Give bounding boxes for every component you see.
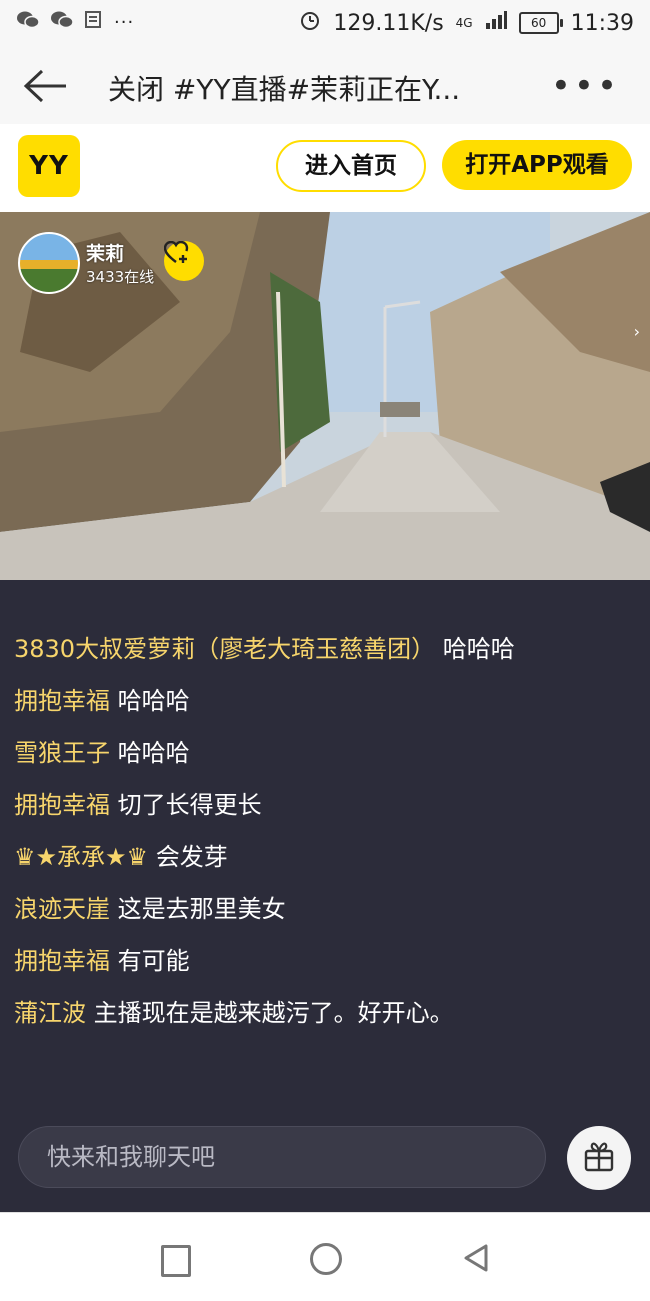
streamer-name: 茉莉 — [86, 243, 125, 265]
yy-logo: YY — [18, 135, 80, 197]
chat-message: 3830大叔爱萝莉（廖老大琦玉慈善团） 哈哈哈 — [14, 632, 534, 666]
online-count: 3433在线 — [86, 268, 155, 286]
chat-username[interactable]: 蒲江波 — [14, 999, 86, 1027]
chat-message: 拥抱幸福 哈哈哈 — [14, 684, 534, 718]
live-video[interactable]: 茉莉 3433在线 › — [0, 212, 650, 580]
chat-text: 哈哈哈 — [442, 635, 515, 663]
chat-username[interactable]: 拥抱幸福 — [14, 791, 110, 819]
network-type: 4G — [455, 16, 473, 30]
clock: 11:39 — [570, 10, 634, 36]
chat-text: 会发芽 — [155, 843, 228, 871]
follow-button[interactable] — [164, 241, 204, 281]
app-header: 关闭 #YY直播#茉莉正在Y... ••• — [0, 48, 650, 125]
chat-username[interactable]: 浪迹天崖 — [14, 895, 110, 923]
battery-icon: 60 — [518, 12, 563, 34]
network-speed: 129.11K/s — [333, 10, 444, 36]
system-nav-bar — [0, 1212, 650, 1301]
chat-message: 蒲江波 主播现在是越来越污了。好开心。 — [14, 996, 534, 1030]
chat-username[interactable]: 3830大叔爱萝莉（廖老大琦玉慈善团） — [14, 635, 435, 663]
chat-username[interactable]: 拥抱幸福 — [14, 687, 110, 715]
enter-homepage-button[interactable]: 进入首页 — [276, 140, 426, 192]
chat-message: 雪狼王子 哈哈哈 — [14, 736, 534, 770]
chat-text: 有可能 — [117, 947, 190, 975]
yy-promo-bar: YY 进入首页 打开APP观看 — [0, 124, 650, 212]
chat-text: 这是去那里美女 — [117, 895, 286, 923]
chat-username[interactable]: 雪狼王子 — [14, 739, 110, 767]
home-icon[interactable] — [310, 1243, 342, 1275]
streamer-card[interactable]: 茉莉 3433在线 — [18, 232, 154, 294]
chat-message: 拥抱幸福 切了长得更长 — [14, 788, 534, 822]
status-bar: ··· 129.11K/s 4G 60 11:39 — [0, 0, 650, 48]
status-more-dots: ··· — [114, 12, 135, 33]
alarm-icon — [299, 9, 321, 37]
page-title: 关闭 #YY直播#茉莉正在Y... — [108, 73, 461, 106]
chat-message: 浪迹天崖 这是去那里美女 — [14, 892, 534, 926]
chat-message: ♛★承承★♛ 会发芽 — [14, 840, 534, 874]
more-options-icon[interactable]: ••• — [551, 66, 620, 106]
open-app-button[interactable]: 打开APP观看 — [442, 140, 632, 190]
gift-icon — [582, 1139, 616, 1177]
wechat-icon — [16, 10, 40, 35]
signal-icon — [485, 10, 507, 36]
gift-button[interactable] — [567, 1126, 631, 1190]
chat-panel: 3830大叔爱萝莉（廖老大琦玉慈善团） 哈哈哈 拥抱幸福 哈哈哈 雪狼王子 哈哈哈拥… — [0, 580, 650, 1212]
wechat-icon — [50, 10, 74, 35]
chat-text: 主播现在是越来越污了。好开心。 — [93, 999, 454, 1027]
chat-username[interactable]: ♛★承承★♛ — [14, 843, 148, 871]
recent-apps-icon[interactable] — [161, 1245, 191, 1277]
notification-icon — [84, 10, 104, 35]
chevron-icon: › — [633, 322, 640, 341]
status-left: ··· — [16, 10, 134, 35]
chat-username[interactable]: 拥抱幸福 — [14, 947, 110, 975]
nav-back-icon[interactable] — [462, 1243, 490, 1277]
back-arrow-icon[interactable] — [22, 68, 70, 104]
chat-text: 切了长得更长 — [117, 791, 262, 819]
avatar[interactable] — [18, 232, 80, 294]
chat-input[interactable]: 快来和我聊天吧 — [18, 1126, 546, 1188]
status-right: 129.11K/s 4G 60 11:39 — [299, 9, 634, 37]
message-list: 3830大叔爱萝莉（廖老大琦玉慈善团） 哈哈哈 拥抱幸福 哈哈哈 雪狼王子 哈哈哈拥… — [14, 632, 534, 1048]
chat-message: 拥抱幸福 有可能 — [14, 944, 534, 978]
streamer-info: 茉莉 3433在线 — [86, 239, 154, 287]
chat-text: 哈哈哈 — [117, 687, 190, 715]
chat-text: 哈哈哈 — [117, 739, 190, 767]
